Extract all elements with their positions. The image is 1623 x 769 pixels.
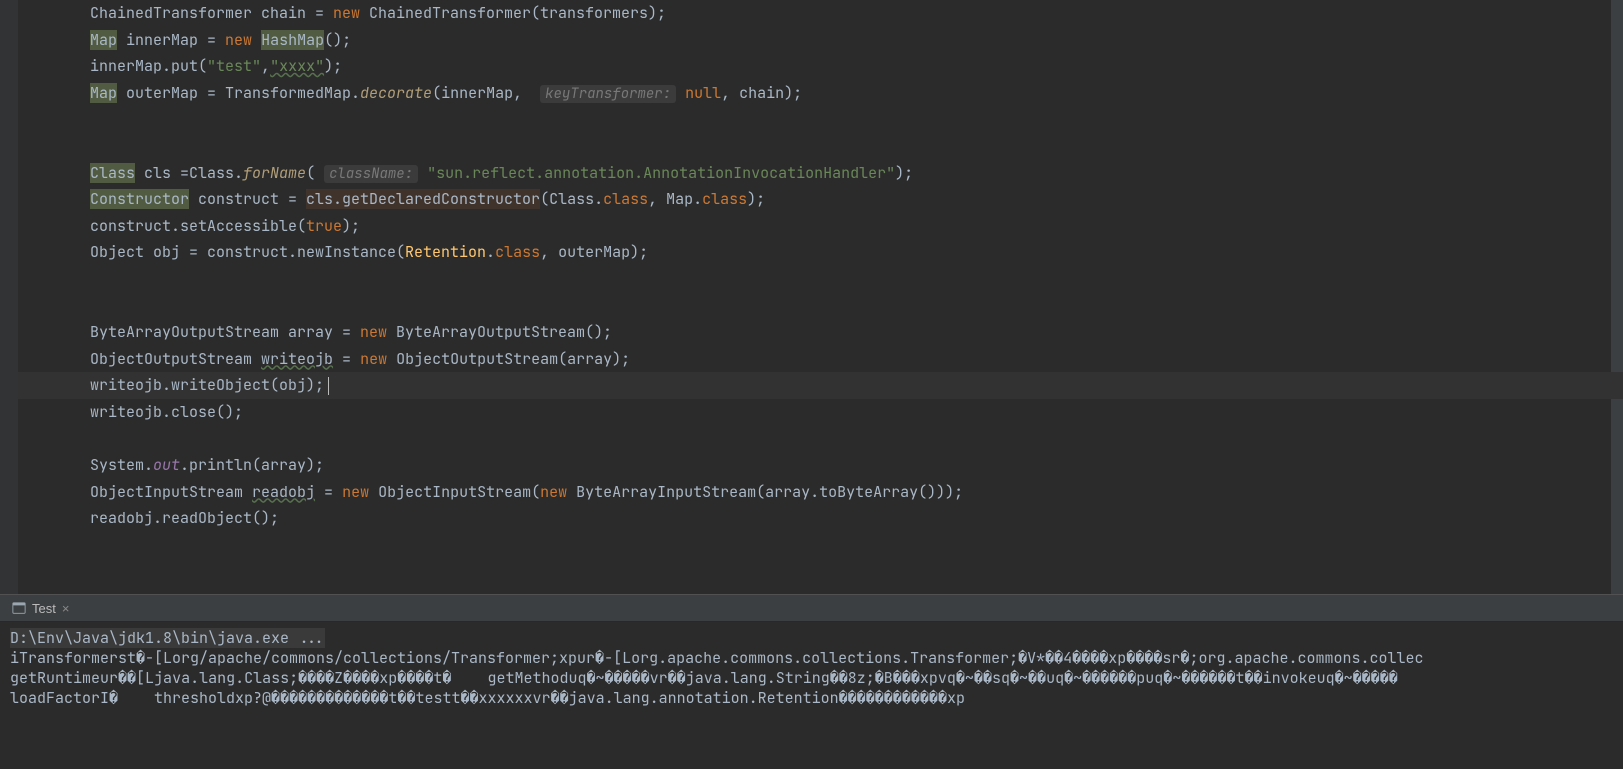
code-line[interactable]: ObjectInputStream readobj = new ObjectIn… (18, 479, 1623, 506)
code-content[interactable]: ChainedTransformer chain = new ChainedTr… (18, 0, 1623, 532)
run-tab-label: Test (32, 601, 56, 616)
code-line[interactable] (18, 426, 1623, 453)
close-tab-icon[interactable]: × (62, 601, 70, 616)
console-line: loadFactorI� thresholdxp?@�������������t… (10, 688, 965, 708)
code-line[interactable]: ObjectOutputStream writeojb = new Object… (18, 346, 1623, 373)
code-line[interactable]: ChainedTransformer chain = new ChainedTr… (18, 0, 1623, 27)
run-tool-window: Test × D:\Env\Java\jdk1.8\bin\java.exe .… (0, 594, 1623, 769)
code-line[interactable] (18, 106, 1623, 133)
console-command: D:\Env\Java\jdk1.8\bin\java.exe ... (10, 628, 325, 648)
console-line: getRuntimeur��[Ljava.lang.Class;����Z���… (10, 668, 1398, 688)
code-line[interactable]: construct.setAccessible(true); (18, 213, 1623, 240)
code-line[interactable] (18, 293, 1623, 320)
editor-area: ChainedTransformer chain = new ChainedTr… (0, 0, 1623, 594)
run-tab[interactable]: Test × (4, 595, 77, 621)
code-line[interactable]: Object obj = construct.newInstance(Reten… (18, 239, 1623, 266)
console-output[interactable]: D:\Env\Java\jdk1.8\bin\java.exe ... iTra… (0, 622, 1623, 714)
code-line[interactable]: System.out.println(array); (18, 452, 1623, 479)
code-line[interactable]: Class cls =Class.forName( className: "su… (18, 160, 1623, 187)
code-line[interactable]: writeojb.close(); (18, 399, 1623, 426)
code-line[interactable]: Map outerMap = TransformedMap.decorate(i… (18, 80, 1623, 107)
code-line[interactable]: readobj.readObject(); (18, 505, 1623, 532)
console-line: iTransformerst�-[Lorg/apache/commons/col… (10, 648, 1423, 668)
code-line[interactable]: Map innerMap = new HashMap(); (18, 27, 1623, 54)
code-line[interactable] (18, 133, 1623, 160)
code-line[interactable]: ByteArrayOutputStream array = new ByteAr… (18, 319, 1623, 346)
editor-gutter (0, 0, 18, 594)
code-line[interactable]: Constructor construct = cls.getDeclaredC… (18, 186, 1623, 213)
code-line[interactable]: innerMap.put("test","xxxx"); (18, 53, 1623, 80)
tool-window-tabs: Test × (0, 594, 1623, 622)
code-line-active[interactable]: writeojb.writeObject(obj); (18, 372, 1623, 399)
console-icon (12, 601, 26, 615)
code-line[interactable] (18, 266, 1623, 293)
caret (328, 377, 329, 395)
